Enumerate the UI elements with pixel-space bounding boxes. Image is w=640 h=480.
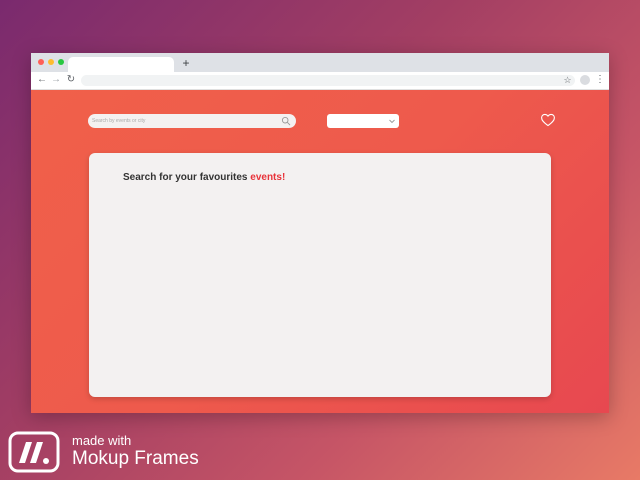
reload-button[interactable]: ↻: [65, 74, 77, 86]
forward-button[interactable]: →: [50, 74, 62, 86]
branding-watermark: made with Mokup Frames: [8, 430, 208, 474]
back-button[interactable]: ←: [36, 74, 48, 86]
heart-icon[interactable]: [540, 112, 556, 128]
maximize-window-button[interactable]: [58, 59, 64, 65]
address-bar[interactable]: [81, 75, 575, 86]
chevron-down-icon: [389, 119, 395, 124]
branding-line2: Mokup Frames: [72, 448, 199, 469]
page-title: Search for your favourites events!: [123, 172, 285, 183]
branding-line1: made with: [72, 433, 132, 448]
new-tab-button[interactable]: +: [179, 56, 193, 70]
browser-toolbar: ← → ↻ ☆ ⋮: [31, 72, 609, 90]
minimize-window-button[interactable]: [48, 59, 54, 65]
headline-accent: events!: [250, 172, 286, 183]
mokup-logo-icon: [8, 431, 60, 473]
filter-select[interactable]: [327, 114, 399, 128]
close-window-button[interactable]: [38, 59, 44, 65]
headline-text: Search for your favourites: [123, 172, 251, 183]
browser-window: + ← → ↻ ☆ ⋮ Search for your favourites e…: [31, 53, 609, 413]
events-card: Search for your favourites events!: [89, 153, 551, 397]
search-input[interactable]: [92, 114, 276, 128]
menu-icon[interactable]: ⋮: [595, 74, 605, 86]
profile-avatar[interactable]: [580, 75, 590, 85]
tab-bar: +: [31, 53, 609, 72]
page-viewport: Search for your favourites events!: [31, 90, 609, 413]
search-box: [88, 114, 296, 128]
browser-tab[interactable]: [68, 57, 174, 72]
search-icon[interactable]: [281, 116, 291, 126]
star-icon[interactable]: ☆: [562, 75, 573, 86]
